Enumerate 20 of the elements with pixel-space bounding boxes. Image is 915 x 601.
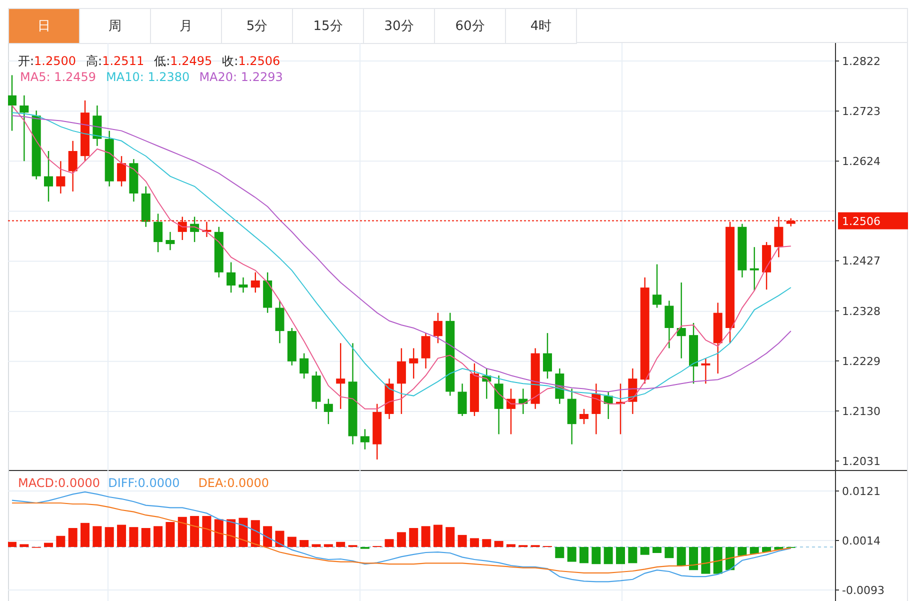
axis-tick-label: 0.0014	[842, 534, 880, 548]
indicator-legend: DEA:0.0000	[198, 476, 270, 490]
axis-tick-label: 1.2229	[842, 354, 880, 368]
axis-tick-label: 1.2822	[842, 55, 880, 68]
axis-tick-label: 1.2624	[842, 155, 880, 168]
indicator-legend: DIFF:0.0000	[108, 476, 180, 490]
indicator-legend: MACD:0.0000	[18, 476, 100, 490]
moving-average-legend: MA5: 1.2459	[20, 70, 96, 84]
last-price-marker: 1.2506	[838, 212, 908, 230]
ref-line-label: 1.2506	[842, 214, 880, 228]
axis-tick-label: 1.2427	[842, 254, 880, 268]
axis-tick-label: -0.0093	[842, 584, 884, 597]
moving-average-legend: MA20: 1.2293	[199, 70, 283, 84]
moving-average-legend: MA10: 1.2380	[106, 70, 190, 84]
axis-tick-label: 1.2723	[842, 105, 880, 118]
ohlc-legend: 开:1.2500 高:1.2511 低:1.2495 收:1.2506	[18, 54, 280, 68]
axis-tick-label: 1.2031	[842, 455, 880, 468]
axis-tick-label: 1.2328	[842, 304, 880, 318]
axis-tick-label: 0.0121	[842, 485, 880, 498]
axis-tick-label: 1.2130	[842, 404, 880, 418]
